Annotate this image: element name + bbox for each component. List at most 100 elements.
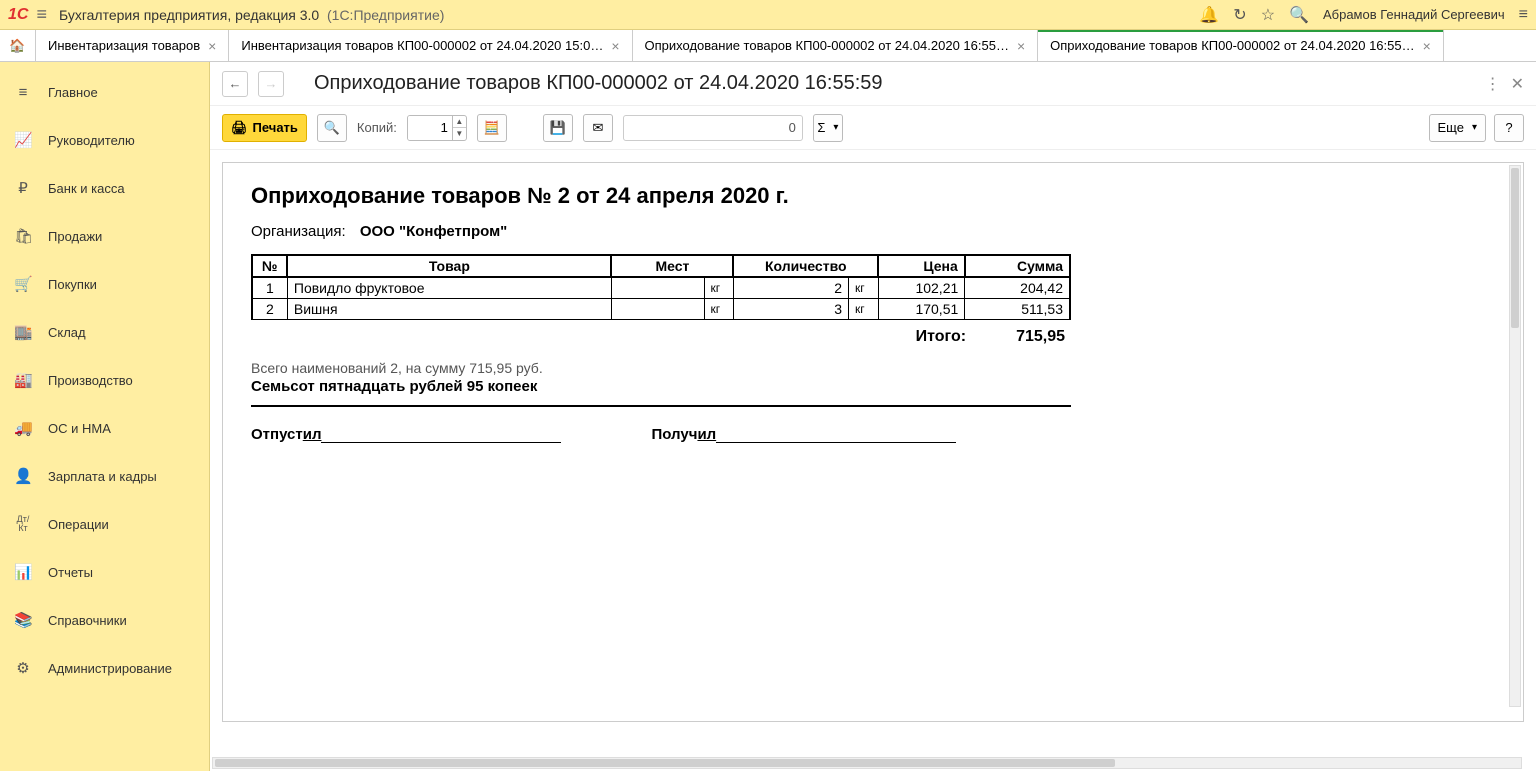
grid-settings-button[interactable]: 🧮: [477, 114, 507, 142]
cell-sum: 204,42: [965, 277, 1070, 299]
history-icon[interactable]: ↻: [1233, 5, 1246, 25]
sidebar-item[interactable]: ≡ Главное: [0, 68, 209, 116]
sidebar-icon: 📊: [14, 563, 32, 581]
goods-table: № Товар Мест Количество Цена Сумма 1Пови…: [251, 254, 1071, 320]
sidebar-icon: ≡: [14, 84, 32, 101]
sidebar-label: Зарплата и кадры: [48, 469, 157, 484]
sidebar-item[interactable]: 🛒Покупки: [0, 260, 209, 308]
home-tab[interactable]: 🏠: [0, 30, 36, 61]
sidebar-icon: Дт/Кт: [14, 515, 32, 533]
sidebar-item[interactable]: 🛍Продажи: [0, 212, 209, 260]
sidebar-item[interactable]: ₽ Банк и касса: [0, 164, 209, 212]
titlebar: 1C ≡ Бухгалтерия предприятия, редакция 3…: [0, 0, 1536, 30]
search-icon[interactable]: 🔍: [1289, 5, 1309, 25]
cell-sum: 511,53: [965, 299, 1070, 320]
settings-icon[interactable]: ≡: [1519, 6, 1528, 24]
sidebar: ≡ Главное 📈 Руководителю ₽ Банк и касса 🛍Прода…: [0, 62, 210, 771]
sidebar-label: Банк и касса: [48, 181, 125, 196]
print-button[interactable]: 🖨 Печать: [222, 114, 307, 142]
col-price: Цена: [878, 255, 965, 277]
sidebar-label: Покупки: [48, 277, 97, 292]
sidebar-label: ОС и НМА: [48, 421, 111, 436]
cell-price: 170,51: [878, 299, 965, 320]
sidebar-label: Руководителю: [48, 133, 135, 148]
tab-close-icon[interactable]: ×: [1017, 38, 1025, 54]
user-name[interactable]: Абрамов Геннадий Сергеевич: [1323, 7, 1505, 22]
copies-input[interactable]: [408, 116, 452, 140]
copies-spinner[interactable]: ▲▼: [407, 115, 467, 141]
tab-close-icon[interactable]: ×: [1423, 38, 1431, 54]
sidebar-label: Продажи: [48, 229, 102, 244]
col-qty: Количество: [733, 255, 878, 277]
sidebar-item[interactable]: 📚 Справочники: [0, 596, 209, 644]
content-area: ← → Оприходование товаров КП00-000002 от…: [210, 62, 1536, 771]
sum-button[interactable]: Σ▾: [813, 114, 843, 142]
tab-label: Оприходование товаров КП00-000002 от 24.…: [1050, 38, 1414, 53]
count-box: 0: [623, 115, 803, 141]
sidebar-item[interactable]: 🚚 ОС и НМА: [0, 404, 209, 452]
tab-label: Оприходование товаров КП00-000002 от 24.…: [645, 38, 1009, 53]
close-page-icon[interactable]: ✕: [1511, 74, 1524, 94]
sidebar-label: Склад: [48, 325, 86, 340]
org-label: Организация:: [251, 223, 346, 240]
sidebar-icon: 📚: [14, 611, 32, 629]
cell-price: 102,21: [878, 277, 965, 299]
main-menu-icon[interactable]: ≡: [36, 4, 47, 25]
cell-qty: 3: [733, 299, 848, 320]
copies-label: Копий:: [357, 120, 397, 135]
sidebar-label: Справочники: [48, 613, 127, 628]
sidebar-item[interactable]: 📊Отчеты: [0, 548, 209, 596]
email-button[interactable]: ✉: [583, 114, 613, 142]
app-title: Бухгалтерия предприятия, редакция 3.0 (1…: [59, 7, 444, 23]
cell-qty: 2: [733, 277, 848, 299]
kebab-icon[interactable]: ⋮: [1485, 74, 1501, 94]
spinner-down[interactable]: ▼: [453, 128, 466, 140]
back-button[interactable]: ←: [222, 71, 248, 97]
sidebar-icon: ⚙: [14, 659, 32, 677]
sign-out: Отпустил: [251, 425, 561, 443]
tab[interactable]: Инвентаризация товаров КП00-000002 от 24…: [229, 30, 632, 61]
document-panel: Оприходование товаров № 2 от 24 апреля 2…: [222, 162, 1524, 722]
tab[interactable]: Оприходование товаров КП00-000002 от 24.…: [1038, 30, 1444, 61]
toolbar: 🖨 Печать 🔍 Копий: ▲▼ 🧮 💾 ✉ 0 Σ▾ Еще▾ ?: [210, 106, 1536, 150]
more-button[interactable]: Еще▾: [1429, 114, 1486, 142]
bell-icon[interactable]: 🔔: [1199, 5, 1219, 25]
sidebar-item[interactable]: 👤Зарплата и кадры: [0, 452, 209, 500]
tab-close-icon[interactable]: ×: [208, 38, 216, 54]
document-title: Оприходование товаров № 2 от 24 апреля 2…: [251, 183, 1495, 209]
col-sum: Сумма: [965, 255, 1070, 277]
sidebar-icon: ₽: [14, 179, 32, 197]
tab[interactable]: Инвентаризация товаров ×: [36, 30, 229, 61]
cell-mest-unit: кг: [704, 299, 733, 320]
sidebar-item[interactable]: 🏬Склад: [0, 308, 209, 356]
logo-1c: 1C: [8, 6, 28, 24]
tab[interactable]: Оприходование товаров КП00-000002 от 24.…: [633, 30, 1039, 61]
total-label: Итого:: [916, 328, 966, 346]
save-button[interactable]: 💾: [543, 114, 573, 142]
sidebar-icon: 🚚: [14, 419, 32, 437]
help-button[interactable]: ?: [1494, 114, 1524, 142]
cell-qty-unit: кг: [848, 277, 878, 299]
cell-tovar: Вишня: [287, 299, 611, 320]
vertical-scrollbar[interactable]: [1509, 165, 1521, 707]
spinner-up[interactable]: ▲: [453, 116, 466, 129]
sidebar-item[interactable]: Дт/КтОперации: [0, 500, 209, 548]
cell-mest: [611, 299, 704, 320]
star-icon[interactable]: ☆: [1261, 5, 1275, 25]
tabs-row: 🏠 Инвентаризация товаров×Инвентаризация …: [0, 30, 1536, 62]
tab-label: Инвентаризация товаров КП00-000002 от 24…: [241, 38, 603, 53]
divider-line: [251, 405, 1071, 407]
tab-close-icon[interactable]: ×: [611, 38, 619, 54]
sidebar-item[interactable]: 🏭Производство: [0, 356, 209, 404]
sidebar-item[interactable]: 📈 Руководителю: [0, 116, 209, 164]
forward-button[interactable]: →: [258, 71, 284, 97]
preview-button[interactable]: 🔍: [317, 114, 347, 142]
sidebar-icon: 🏭: [14, 371, 32, 389]
horizontal-scrollbar[interactable]: [212, 757, 1522, 769]
sidebar-item[interactable]: ⚙Администрирование: [0, 644, 209, 692]
cell-num: 2: [252, 299, 287, 320]
cell-qty-unit: кг: [848, 299, 878, 320]
tab-label: Инвентаризация товаров: [48, 38, 200, 53]
sidebar-icon: 📈: [14, 131, 32, 149]
sidebar-label: Главное: [48, 85, 98, 100]
